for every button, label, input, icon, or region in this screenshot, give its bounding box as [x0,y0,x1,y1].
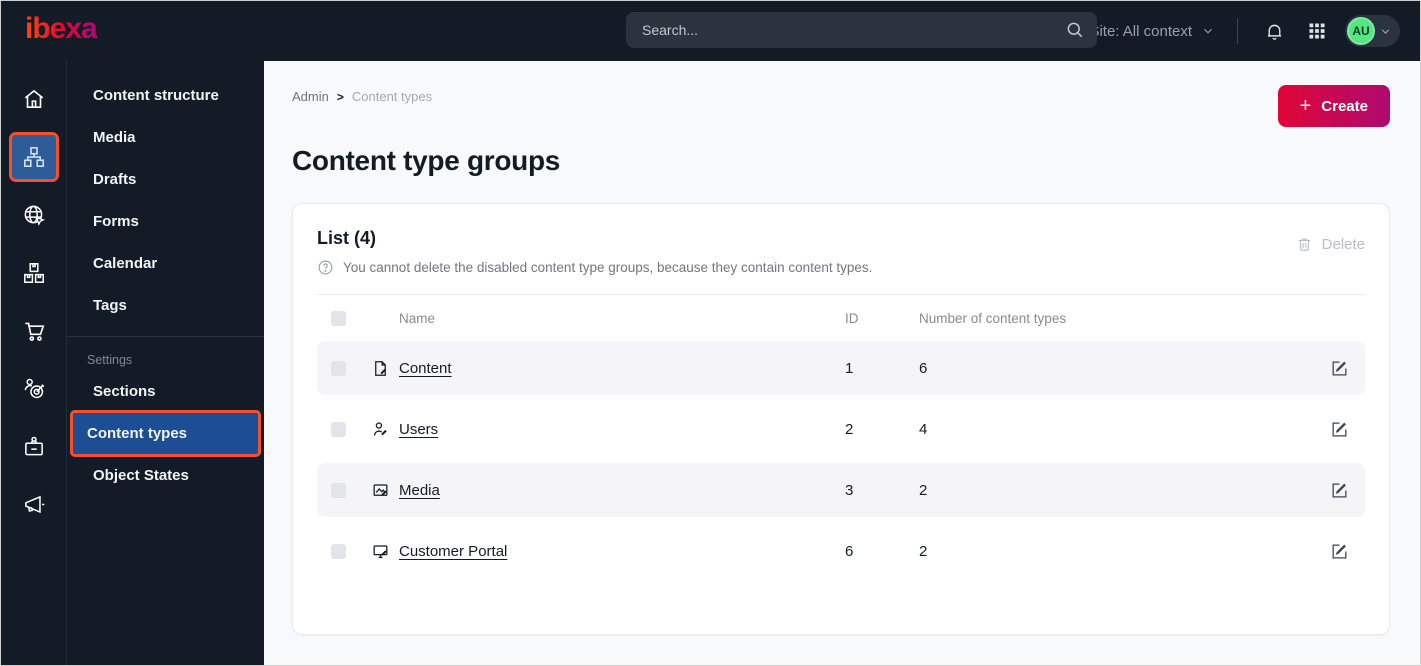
group-link[interactable]: Customer Portal [399,543,845,560]
menu-divider [67,336,264,337]
group-id: 3 [845,481,854,499]
chevron-down-icon [1201,24,1215,38]
edit-button[interactable] [1328,540,1351,563]
menu-item-content-structure[interactable]: Content structure [73,75,258,116]
menu-item-media[interactable]: Media [73,117,258,158]
group-link[interactable]: Content [399,360,845,377]
table-row: Media 3 2 [317,463,1365,517]
create-button[interactable]: + Create [1277,85,1390,127]
search-input[interactable] [642,22,1065,38]
column-id: ID [845,310,859,326]
global-search [626,12,1097,48]
sidebar-item-site[interactable] [12,193,56,237]
edit-icon [1330,542,1349,561]
icon-sidebar [1,61,66,665]
select-all-checkbox[interactable] [331,310,346,326]
avatar: AU [1347,17,1375,45]
help-icon [317,259,334,276]
ibexa-logo[interactable]: ibexa [25,14,98,48]
megaphone-icon [21,492,47,518]
trash-icon [1296,236,1313,253]
sidebar-item-admin[interactable] [12,425,56,469]
row-checkbox[interactable] [331,421,346,437]
column-count: Number of content types [919,310,1067,326]
table-row: Content 1 6 [317,341,1365,395]
edit-button[interactable] [1328,357,1351,380]
user-icon [371,420,399,439]
notifications-button[interactable] [1260,17,1289,46]
breadcrumb-current: Content types [351,89,433,104]
menu-item-drafts[interactable]: Drafts [73,159,258,200]
group-id: 1 [845,359,854,377]
table-header: Name ID Number of content types [317,295,1365,341]
apps-menu-button[interactable] [1303,17,1331,45]
group-count: 6 [919,359,928,377]
person-target-icon [21,376,47,402]
menu-item-object-states[interactable]: Object States [73,455,258,496]
bell-icon [1264,21,1285,42]
sidebar-item-content-structure[interactable] [8,132,59,182]
row-checkbox[interactable] [331,360,346,376]
file-icon [371,359,399,378]
breadcrumb-separator: > [336,89,344,104]
menu-item-tags[interactable]: Tags [73,285,258,326]
menu-item-content-types[interactable]: Content types [70,410,261,457]
cart-icon [21,318,47,344]
menu-item-forms[interactable]: Forms [73,201,258,242]
row-checkbox[interactable] [331,482,346,498]
edit-icon [1330,420,1349,439]
group-count: 2 [919,542,928,560]
home-icon [21,86,47,112]
breadcrumb: Admin > Content types [292,85,432,104]
topbar-divider [1237,18,1238,44]
edit-button[interactable] [1328,418,1351,441]
edit-icon [1330,481,1349,500]
edit-icon [1330,359,1349,378]
sidebar-item-commerce[interactable] [12,309,56,353]
menu-item-sections[interactable]: Sections [73,371,258,412]
list-title: List (4) [317,228,377,248]
badge-icon [21,434,47,460]
page-title: Content type groups [292,145,561,176]
group-count: 2 [919,481,928,499]
main-content: Admin > Content types + Create Content t… [264,61,1420,665]
column-name: Name [399,310,436,326]
secondary-sidebar: Content structure Media Drafts Forms Cal… [66,61,264,665]
image-icon [371,481,399,500]
group-id: 6 [845,542,854,560]
topbar: ibexa Site: All context [1,1,1420,61]
site-context-label: Site: All context [1089,22,1192,40]
search-icon[interactable] [1065,20,1085,40]
user-menu[interactable]: AU [1345,15,1400,47]
table-row: Users 2 4 [317,402,1365,456]
chevron-down-icon [1379,25,1392,38]
menu-item-calendar[interactable]: Calendar [73,243,258,284]
group-link[interactable]: Users [399,421,845,438]
group-count: 4 [919,420,928,438]
plus-icon: + [1299,95,1312,117]
row-checkbox[interactable] [331,543,346,559]
sidebar-item-home[interactable] [12,77,56,121]
globe-cursor-icon [21,202,47,228]
info-text: You cannot delete the disabled content t… [343,260,873,275]
boxes-icon [21,260,47,286]
monitor-icon [371,542,399,561]
breadcrumb-admin[interactable]: Admin [292,89,329,104]
menu-settings-label: Settings [87,353,133,367]
edit-button[interactable] [1328,479,1351,502]
sitemap-icon [21,144,47,170]
sidebar-item-product-catalog[interactable] [12,251,56,295]
delete-button[interactable]: Delete [1296,228,1365,253]
sidebar-item-personalization[interactable] [12,367,56,411]
table-row: Customer Portal 6 2 [317,524,1365,578]
group-id: 2 [845,420,854,438]
content-type-groups-card: List (4) You cannot delete the disabled … [292,203,1390,635]
group-link[interactable]: Media [399,482,845,499]
sidebar-item-marketing[interactable] [12,483,56,527]
grid-icon [1307,21,1327,41]
